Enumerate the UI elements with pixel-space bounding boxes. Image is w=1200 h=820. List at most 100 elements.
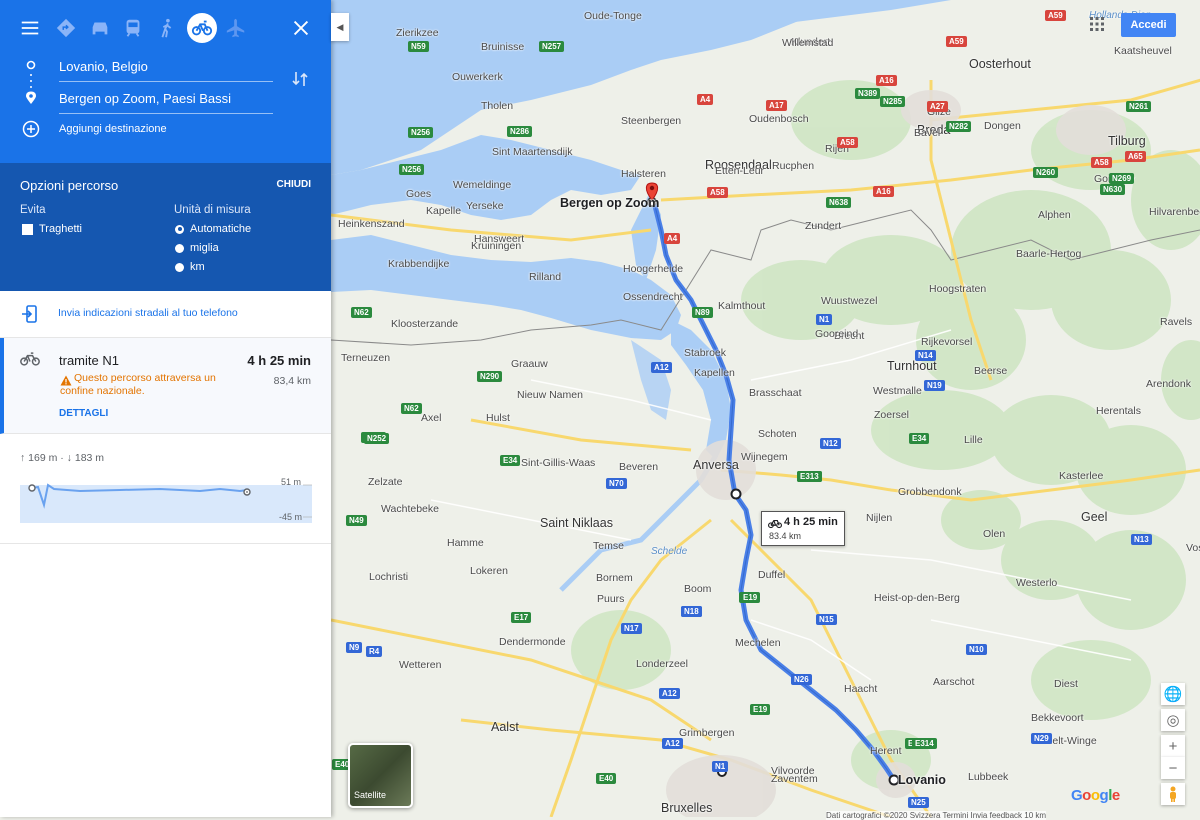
globe-icon[interactable]: 🌐 <box>1161 683 1185 705</box>
menu-icon[interactable] <box>15 13 45 43</box>
place-label: Heist-op-den-Berg <box>874 592 960 604</box>
place-label: Heinkenszand <box>338 218 405 230</box>
send-to-phone-row[interactable]: Invia indicazioni stradali al tuo telefo… <box>0 291 331 338</box>
road-shield: N29 <box>1031 733 1052 744</box>
road-shield: N62 <box>351 307 372 318</box>
zoom-out-button[interactable]: − <box>1161 757 1185 779</box>
road-shield: N26 <box>791 674 812 685</box>
sign-in-button[interactable]: Accedi <box>1121 13 1176 37</box>
place-label: Yerseke <box>466 200 504 212</box>
place-label: Schelde <box>651 546 688 557</box>
walking-icon[interactable] <box>152 13 182 43</box>
bicycle-icon[interactable] <box>187 13 217 43</box>
transit-icon[interactable] <box>118 13 148 43</box>
place-label: Duffel <box>758 569 786 581</box>
place-label: Herentals <box>1096 405 1141 417</box>
place-label: Terneuzen <box>341 352 391 364</box>
checkbox[interactable] <box>22 223 33 235</box>
details-button[interactable]: DETTAGLI <box>59 408 108 419</box>
road-shield: N285 <box>880 96 906 107</box>
place-label: Tholen <box>481 100 514 112</box>
place-label: Stabroek <box>684 347 727 359</box>
place-label: Hansweert <box>474 233 525 245</box>
border-warning: Questo percorso attraversa un confine na… <box>60 372 216 397</box>
place-label: Wemeldinge <box>453 179 512 191</box>
unit-option-km[interactable]: km <box>175 261 205 273</box>
apps-grid-icon[interactable] <box>1090 17 1104 36</box>
road-shield: N260 <box>1033 167 1059 178</box>
place-label: Kloosterzande <box>391 318 459 330</box>
place-label: Boom <box>684 583 712 595</box>
road-shield: N14 <box>915 350 936 361</box>
unit-option-miles[interactable]: miglia <box>175 242 219 254</box>
collapse-panel-button[interactable]: ◀ <box>331 13 349 41</box>
origin-field[interactable]: Lovanio, Belgio <box>59 57 273 82</box>
destination-pin-icon <box>26 91 36 104</box>
place-label: Tielt-Winge <box>1044 735 1097 747</box>
place-label: Willemstad <box>782 37 834 49</box>
place-label: Rijkevorsel <box>921 336 973 348</box>
place-label: Wijnegem <box>741 451 788 463</box>
place-label: Oude-Tonge <box>584 10 642 22</box>
destination-field[interactable]: Bergen op Zoom, Paesi Bassi <box>59 89 273 114</box>
road-shield: A4 <box>697 94 714 105</box>
place-label: Aalst <box>491 720 519 734</box>
place-label: Lochristi <box>369 571 409 583</box>
place-label: Mechelen <box>735 637 781 649</box>
place-label: Saint Niklaas <box>540 516 613 530</box>
road-shield: N59 <box>408 41 429 52</box>
unit-option-auto[interactable]: Automatiche <box>175 223 251 235</box>
my-location-icon[interactable]: ◎ <box>1161 709 1185 731</box>
radio-button[interactable] <box>175 224 184 234</box>
pegman-icon[interactable] <box>1161 783 1185 805</box>
road-shield: N638 <box>826 197 852 208</box>
add-destination-icon[interactable] <box>22 120 40 143</box>
radio-button[interactable] <box>175 243 184 253</box>
elevation-summary: ↑ 169 m · ↓ 183 m <box>20 452 105 464</box>
send-to-phone-link[interactable]: Invia indicazioni stradali al tuo telefo… <box>58 307 238 319</box>
place-label: Lubbeek <box>968 771 1009 783</box>
place-label: Westmalle <box>873 385 922 397</box>
road-shield: A58 <box>707 187 728 198</box>
bicycle-icon <box>20 351 40 372</box>
zoom-in-button[interactable]: + <box>1161 735 1185 757</box>
avoid-ferries-checkbox[interactable]: Traghetti <box>22 223 82 235</box>
place-label: Zoersel <box>874 409 910 421</box>
callout-distance: 83.4 km <box>769 531 802 541</box>
add-destination-link[interactable]: Aggiungi destinazione <box>59 123 167 135</box>
map-canvas[interactable]: Bergen op Zoom Lovanio Anversa Breda Tilburg… <box>331 0 1200 817</box>
radio-button[interactable] <box>175 262 184 272</box>
swap-icon[interactable] <box>292 70 308 93</box>
road-shield: N19 <box>924 380 945 391</box>
place-label: Goes <box>406 188 432 200</box>
close-icon[interactable] <box>286 13 316 43</box>
place-label: Lokeren <box>470 565 508 577</box>
place-label: Bergen op Zoom <box>560 196 660 210</box>
place-label: Zelzate <box>368 476 403 488</box>
place-label: Wuustwezel <box>821 295 878 307</box>
road-shield: N62 <box>401 403 422 414</box>
flight-icon[interactable] <box>221 13 251 43</box>
satellite-layer-toggle[interactable]: Satellite <box>348 743 413 808</box>
place-label: Brasschaat <box>749 387 802 399</box>
place-label: Bruxelles <box>661 801 713 815</box>
place-label: Axel <box>421 412 442 424</box>
place-label: Ravels <box>1160 316 1193 328</box>
road-shield: E17 <box>511 612 532 623</box>
elevation-profile: ↑ 169 m · ↓ 183 m 51 m -45 m <box>0 435 331 544</box>
road-shield: E19 <box>740 592 761 603</box>
google-logo: Google <box>1071 787 1120 804</box>
place-label: Temse <box>593 540 624 552</box>
road-shield: N257 <box>539 41 565 52</box>
road-shield: A16 <box>876 75 897 86</box>
units-title: Unità di misura <box>174 204 251 216</box>
route-option-card[interactable]: tramite N1 Questo percorso attraversa un… <box>0 338 331 434</box>
road-shield: N389 <box>855 88 881 99</box>
car-icon[interactable] <box>85 13 115 43</box>
road-shield: A16 <box>873 186 894 197</box>
road-shield: E34 <box>500 455 521 466</box>
close-options-button[interactable]: CHIUDI <box>277 179 311 190</box>
road-shield: N256 <box>399 164 425 175</box>
best-mode-icon[interactable] <box>51 13 81 43</box>
route-duration-callout[interactable]: 4 h 25 min 83.4 km <box>761 511 845 546</box>
